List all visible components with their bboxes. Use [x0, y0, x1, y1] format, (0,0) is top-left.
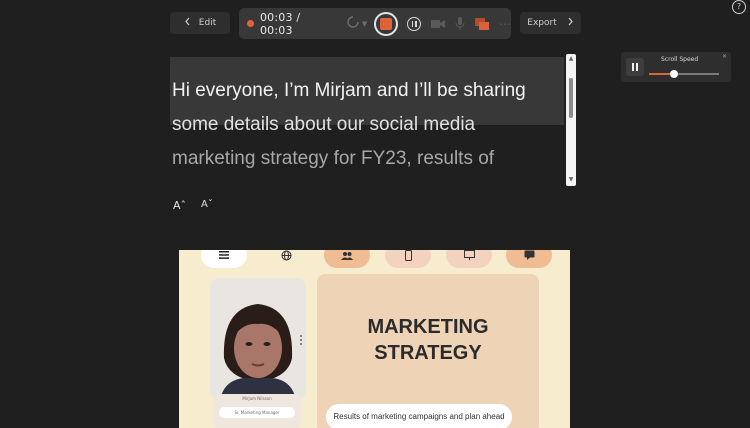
slide-title-line: STRATEGY: [374, 342, 482, 364]
script-line: marketing strategy for FY23, results of: [172, 148, 495, 169]
recording-preview: Mirjam Nilsson Sr. Marketing Manager MAR…: [179, 250, 570, 428]
scroll-up-arrow-icon[interactable]: ▲: [566, 55, 576, 62]
presenter-name: Mirjam Nilsson: [242, 396, 272, 401]
recording-toolbar: 00:03 / 00:03 ▼ ⋯: [239, 8, 511, 39]
script-text[interactable]: Hi everyone, I’m Mirjam and I’ll be shar…: [172, 74, 562, 176]
chevron-down-icon[interactable]: ▼: [362, 20, 367, 28]
edit-button[interactable]: Edit: [170, 12, 230, 34]
recording-indicator-icon: [247, 20, 254, 27]
stop-button[interactable]: [374, 11, 399, 36]
export-button[interactable]: Export: [520, 12, 581, 34]
scroll-speed-title: Scroll Speed: [661, 56, 699, 63]
camera-icon[interactable]: [431, 19, 446, 29]
microphone-icon[interactable]: [455, 17, 465, 30]
increase-font-button[interactable]: Aˆ: [173, 199, 186, 212]
close-icon[interactable]: ✕: [722, 53, 727, 60]
chat-icon: [506, 250, 552, 268]
help-icon[interactable]: ?: [732, 0, 746, 14]
chevron-right-icon: [567, 17, 574, 29]
presenter-camera: [210, 278, 306, 400]
screen-share-icon[interactable]: [475, 17, 490, 30]
scroll-pause-button[interactable]: [626, 58, 644, 76]
presenter-photo: [210, 278, 306, 400]
presentation-icon: [446, 250, 492, 268]
recording-time: 00:03 / 00:03: [259, 10, 301, 37]
globe-icon: [263, 250, 309, 268]
slide-subtitle: Results of marketing campaigns and plan …: [326, 404, 512, 428]
export-label: Export: [527, 18, 557, 28]
script-line: Hi everyone, I’m Mirjam and I’ll be shar…: [172, 80, 526, 101]
script-scrollbar-thumb[interactable]: [569, 78, 573, 118]
chevron-left-icon: [184, 17, 191, 29]
phone-icon: [385, 250, 431, 268]
scroll-speed-slider-handle[interactable]: [669, 70, 678, 78]
retake-icon[interactable]: [346, 15, 360, 33]
scroll-speed-panel: Scroll Speed ✕: [621, 52, 731, 82]
script-scrollbar[interactable]: [566, 54, 576, 186]
slide-title-line: MARKETING: [367, 316, 489, 338]
scroll-down-arrow-icon[interactable]: ▼: [566, 176, 576, 183]
stop-icon: [380, 17, 393, 30]
slide-title: MARKETING STRATEGY: [317, 314, 539, 366]
script-line: some details about our social media: [172, 114, 476, 135]
more-options-icon[interactable]: ⋯: [499, 17, 511, 31]
slide-title-card: MARKETING STRATEGY Results of marketing …: [317, 274, 539, 428]
presenter-role: Sr. Marketing Manager: [219, 407, 295, 418]
pause-button[interactable]: [407, 16, 422, 31]
people-icon: [324, 250, 370, 268]
presenter-name-card: Mirjam Nilsson Sr. Marketing Manager: [213, 394, 301, 428]
edit-label: Edit: [198, 18, 217, 28]
menu-icon: [201, 250, 247, 268]
decrease-font-button[interactable]: Aˇ: [201, 199, 213, 210]
